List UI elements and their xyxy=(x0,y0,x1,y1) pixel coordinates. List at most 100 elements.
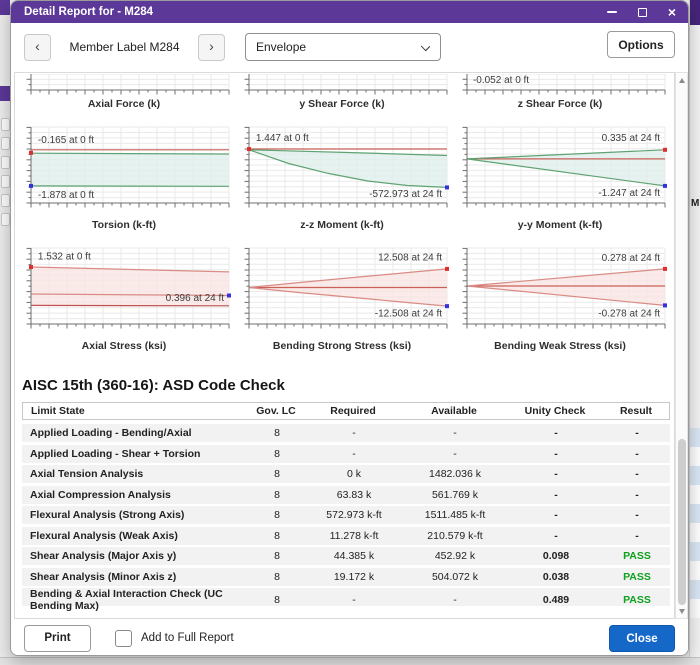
table-cell: 8 xyxy=(248,530,306,542)
chart-y-shear-force-k: y Shear Force (k) xyxy=(235,74,449,111)
table-cell: 1511.485 k-ft xyxy=(402,509,508,521)
code-check-heading: AISC 15th (360-16): ASD Code Check xyxy=(22,377,674,394)
chart-canvas: 1.447 at 0 ft-572.973 at 24 ft xyxy=(235,125,449,219)
column-header-unity-check: Unity Check xyxy=(507,405,603,417)
print-button[interactable]: Print xyxy=(24,625,91,652)
chart-row-moments: -0.165 at 0 ft-1.878 at 0 ftTorsion (k-f… xyxy=(17,125,674,232)
background-window-left-strip xyxy=(0,0,10,665)
close-window-button[interactable]: × xyxy=(664,4,680,20)
maximize-button[interactable] xyxy=(634,4,650,20)
table-row: Bending & Axial Interaction Check (UC Be… xyxy=(22,588,670,606)
table-row: Shear Analysis (Major Axis y)844.385 k45… xyxy=(22,547,670,565)
background-table-row-fragment xyxy=(690,447,700,466)
background-control-fragment xyxy=(1,156,10,169)
chart-row-stresses: 1.532 at 0 ft0.396 at 24 ftAxial Stress … xyxy=(17,246,674,353)
table-cell: Shear Analysis (Major Axis y) xyxy=(22,550,248,562)
background-table-row-fragment xyxy=(690,504,700,523)
table-cell: 8 xyxy=(248,571,306,583)
background-control-fragment xyxy=(1,137,10,150)
add-to-full-report-label: Add to Full Report xyxy=(141,632,234,644)
background-table-row-fragment xyxy=(690,428,700,447)
chart-title: Bending Weak Stress (ksi) xyxy=(453,340,667,353)
window-controls: × xyxy=(604,1,680,23)
result-cell: PASS xyxy=(604,571,670,583)
background-table-row-fragment xyxy=(690,561,700,580)
chart-row-forces: Axial Force (k)y Shear Force (k)-0.052 a… xyxy=(17,74,674,111)
minimize-button[interactable] xyxy=(604,4,620,20)
table-cell: 11.278 k-ft xyxy=(306,530,402,542)
table-row: Applied Loading - Bending/Axial8---- xyxy=(22,424,670,442)
chart-title: y Shear Force (k) xyxy=(235,98,449,111)
column-header-result: Result xyxy=(603,405,669,417)
code-check-table-header: Limit StateGov. LCRequiredAvailableUnity… xyxy=(22,402,670,420)
table-cell: - xyxy=(402,594,508,606)
result-cell: - xyxy=(604,448,670,460)
table-cell: - xyxy=(306,448,402,460)
table-cell: 572.973 k-ft xyxy=(306,509,402,521)
dialog-title: Detail Report for - M284 xyxy=(24,6,153,18)
background-table-row-fragment xyxy=(690,485,700,504)
table-cell: - xyxy=(508,489,604,501)
chart-canvas: -0.165 at 0 ft-1.878 at 0 ft xyxy=(17,125,231,219)
table-cell: Applied Loading - Shear + Torsion xyxy=(22,448,248,460)
chart-value-label: -572.973 at 24 ft xyxy=(369,189,442,200)
chevron-right-icon: › xyxy=(209,38,214,54)
report-scroll-content: Axial Force (k)y Shear Force (k)-0.052 a… xyxy=(14,72,675,619)
chart-value-label: -0.052 at 0 ft xyxy=(473,75,529,86)
table-cell: 1482.036 k xyxy=(402,468,508,480)
scroll-up-button[interactable] xyxy=(676,74,687,86)
chart-value-label: 1.532 at 0 ft xyxy=(38,251,91,262)
close-button[interactable]: Close xyxy=(609,625,675,652)
chevron-left-icon: ‹ xyxy=(35,38,40,54)
options-button[interactable]: Options xyxy=(607,31,675,58)
table-cell: Flexural Analysis (Strong Axis) xyxy=(22,509,248,521)
table-cell: - xyxy=(508,427,604,439)
dialog-titlebar[interactable]: Detail Report for - M284 × xyxy=(11,1,688,23)
table-cell: 8 xyxy=(248,427,306,439)
table-row: Applied Loading - Shear + Torsion8---- xyxy=(22,445,670,463)
chart-value-label: 0.396 at 24 ft xyxy=(166,293,225,304)
vertical-scrollbar[interactable] xyxy=(675,72,688,619)
code-check-table: Limit StateGov. LCRequiredAvailableUnity… xyxy=(22,402,670,606)
table-row: Axial Tension Analysis80 k1482.036 k-- xyxy=(22,465,670,483)
scrollbar-thumb[interactable] xyxy=(678,439,686,605)
background-table-row-fragment xyxy=(690,523,700,542)
background-bottom-strip xyxy=(0,657,700,665)
background-window-right-strip: M xyxy=(689,0,700,665)
table-cell: 8 xyxy=(248,489,306,501)
result-set-dropdown[interactable]: Envelope xyxy=(245,33,441,61)
previous-member-button[interactable]: ‹ xyxy=(24,34,51,61)
chart-value-label: -1.878 at 0 ft xyxy=(38,190,94,201)
result-cell: - xyxy=(604,468,670,480)
chart-axial-stress-ksi: 1.532 at 0 ft0.396 at 24 ftAxial Stress … xyxy=(17,246,231,353)
chart-canvas: 0.278 at 24 ft-0.278 at 24 ft xyxy=(453,246,667,340)
table-row: Flexural Analysis (Strong Axis)8572.973 … xyxy=(22,506,670,524)
chart-canvas xyxy=(17,74,231,98)
chart-canvas: -0.052 at 0 ft xyxy=(453,74,667,98)
minimize-icon xyxy=(607,11,617,13)
chart-value-label: 0.278 at 24 ft xyxy=(602,253,661,264)
member-label: Member Label M284 xyxy=(51,40,198,54)
table-cell: 63.83 k xyxy=(306,489,402,501)
background-control-fragment xyxy=(1,175,10,188)
scroll-down-button[interactable] xyxy=(676,605,687,617)
table-cell: 504.072 k xyxy=(402,571,508,583)
table-cell: - xyxy=(402,448,508,460)
result-cell: - xyxy=(604,530,670,542)
chart-torsion-k-ft: -0.165 at 0 ft-1.878 at 0 ftTorsion (k-f… xyxy=(17,125,231,232)
chart-canvas: 1.532 at 0 ft 0.396 at 24 ft xyxy=(17,246,231,340)
table-cell: 19.172 k xyxy=(306,571,402,583)
table-cell: 0.489 xyxy=(508,594,604,606)
next-member-button[interactable]: › xyxy=(198,34,225,61)
table-cell: 0 k xyxy=(306,468,402,480)
chart-title: z Shear Force (k) xyxy=(453,98,667,111)
chevron-down-icon xyxy=(421,42,430,51)
table-cell: - xyxy=(306,594,402,606)
add-to-full-report-checkbox[interactable] xyxy=(115,630,132,647)
background-titlebar-fragment xyxy=(0,0,10,15)
chart-z-z-moment-k-ft: 1.447 at 0 ft-572.973 at 24 ftz-z Moment… xyxy=(235,125,449,232)
report-toolbar: ‹ Member Label M284 › Envelope Options xyxy=(11,23,688,71)
table-cell: 8 xyxy=(248,468,306,480)
chart-y-y-moment-k-ft: 0.335 at 24 ft-1.247 at 24 fty-y Moment … xyxy=(453,125,667,232)
result-set-value: Envelope xyxy=(256,40,306,54)
